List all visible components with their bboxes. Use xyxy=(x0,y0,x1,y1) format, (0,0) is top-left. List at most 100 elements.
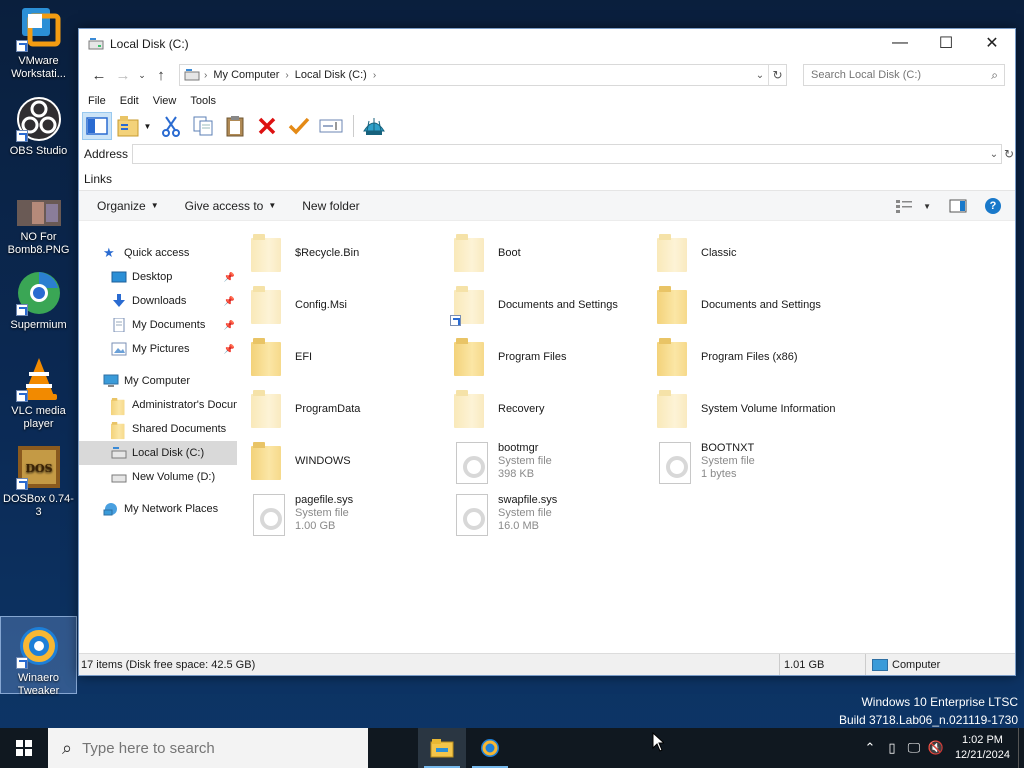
view-menu-button[interactable]: ▼ xyxy=(114,112,154,140)
refresh-icon[interactable]: ↻ xyxy=(768,65,786,85)
breadcrumb-local-disk[interactable]: Local Disk (C:) xyxy=(295,69,367,81)
sidebar-item-shared-documents[interactable]: Shared Documents xyxy=(79,417,237,441)
list-item[interactable]: $Recycle.Bin xyxy=(237,229,437,277)
item-type: System file xyxy=(295,506,349,519)
menu-tools[interactable]: Tools xyxy=(190,95,216,107)
list-item[interactable]: EFI xyxy=(237,333,437,381)
refresh-icon[interactable]: ↻ xyxy=(1004,147,1014,161)
menu-edit[interactable]: Edit xyxy=(120,95,139,107)
up-button[interactable]: ↑ xyxy=(149,63,173,87)
sidebar-item-new-volume[interactable]: New Volume (D:) xyxy=(79,465,237,489)
properties-button[interactable] xyxy=(284,112,314,140)
back-arrow-icon: ← xyxy=(91,66,107,84)
list-item[interactable]: pagefile.sys System file 1.00 GB xyxy=(237,489,437,537)
list-item[interactable]: ProgramData xyxy=(237,385,437,433)
new-folder-button[interactable]: New folder xyxy=(292,193,369,219)
list-item[interactable]: Documents and Settings xyxy=(643,281,843,329)
sidebar-item-my-documents[interactable]: My Documents 📌 xyxy=(79,313,237,337)
menu-view[interactable]: View xyxy=(153,95,177,107)
list-item[interactable]: System Volume Information xyxy=(643,385,843,433)
forward-button[interactable]: → xyxy=(111,63,135,87)
sidebar-item-downloads[interactable]: Downloads 📌 xyxy=(79,289,237,313)
chevron-down-icon[interactable]: ⌄ xyxy=(987,149,1001,160)
list-item[interactable]: Program Files xyxy=(440,333,640,381)
give-access-button[interactable]: Give access to ▼ xyxy=(175,193,287,219)
desktop-icon-obs[interactable]: OBS Studio xyxy=(0,96,77,158)
caret-down-icon[interactable]: ▼ xyxy=(923,202,931,211)
menu-bar: File Edit View Tools xyxy=(79,91,1015,111)
title-bar[interactable]: Local Disk (C:) — ☐ ✕ xyxy=(79,29,1015,59)
paste-button[interactable] xyxy=(220,112,250,140)
help-icon: ? xyxy=(985,198,1001,214)
search-input[interactable] xyxy=(811,69,981,81)
sidebar-item-desktop[interactable]: Desktop 📌 xyxy=(79,265,237,289)
taskbar-search[interactable]: ⌕ xyxy=(48,728,368,768)
cut-button[interactable] xyxy=(156,112,186,140)
desktop-icon-winaero[interactable]: Winaero Tweaker xyxy=(0,616,77,697)
search-icon[interactable]: ⌕ xyxy=(991,68,998,83)
folders-pane-button[interactable] xyxy=(82,112,112,140)
sidebar-item-quick-access[interactable]: ★ Quick access xyxy=(79,241,237,265)
change-view-button[interactable]: ▼ xyxy=(895,195,931,217)
usb-device-icon[interactable]: ▯ xyxy=(881,740,903,756)
breadcrumb-my-computer[interactable]: My Computer xyxy=(213,69,279,81)
volume-muted-icon[interactable]: 🔇 xyxy=(925,740,947,756)
copy-button[interactable] xyxy=(188,112,218,140)
sidebar-item-my-pictures[interactable]: My Pictures 📌 xyxy=(79,337,237,361)
vlc-icon xyxy=(15,356,62,402)
status-bar: 17 items (Disk free space: 42.5 GB) 1.01… xyxy=(79,653,1015,675)
list-item[interactable]: swapfile.sys System file 16.0 MB xyxy=(440,489,640,537)
list-item[interactable]: Program Files (x86) xyxy=(643,333,843,381)
minimize-button[interactable]: — xyxy=(877,29,923,57)
pin-icon[interactable]: 📌 xyxy=(224,344,235,355)
desktop-icon-supermium[interactable]: Supermium xyxy=(0,270,77,332)
sidebar-item-label: My Documents xyxy=(132,319,206,331)
menu-file[interactable]: File xyxy=(88,95,106,107)
desktop-icon-vmware[interactable]: VMware Workstati... xyxy=(0,6,77,81)
address-field[interactable]: ⌄ xyxy=(132,144,1002,164)
sidebar-item-my-computer[interactable]: My Computer xyxy=(79,369,237,393)
list-item[interactable]: WINDOWS xyxy=(237,437,437,485)
taskbar-search-input[interactable] xyxy=(82,739,343,757)
desktop-icon-dosbox[interactable]: DOS DOSBox 0.74-3 xyxy=(0,444,77,519)
show-hidden-icons-chevron[interactable]: ⌃ xyxy=(859,740,881,756)
breadcrumb-separator[interactable]: › xyxy=(204,70,207,81)
sidebar-item-admin-documents[interactable]: Administrator's Docum xyxy=(79,393,237,417)
rename-button[interactable] xyxy=(316,112,346,140)
list-item[interactable]: Documents and Settings xyxy=(440,281,640,329)
list-item[interactable]: BOOTNXT System file 1 bytes xyxy=(643,437,843,485)
taskbar-file-explorer[interactable] xyxy=(418,728,466,768)
network-icon[interactable]: 🖵 xyxy=(903,740,925,756)
shell-button[interactable] xyxy=(359,112,389,140)
pin-icon[interactable]: 📌 xyxy=(224,296,235,307)
close-button[interactable]: ✕ xyxy=(969,29,1015,57)
help-button[interactable]: ? xyxy=(985,195,1001,217)
back-button[interactable]: ← xyxy=(87,63,111,87)
breadcrumb-separator[interactable]: › xyxy=(285,70,288,81)
pin-icon[interactable]: 📌 xyxy=(224,272,235,283)
address-dropdown-icon[interactable]: ⌄ xyxy=(752,70,768,81)
breadcrumb[interactable]: › My Computer › Local Disk (C:) › ⌄ ↻ xyxy=(179,64,787,86)
taskbar-winaero[interactable] xyxy=(466,728,514,768)
list-item[interactable]: bootmgr System file 398 KB xyxy=(440,437,640,485)
desktop-icon-vlc[interactable]: VLC media player xyxy=(0,356,77,431)
desktop-icon-png[interactable]: NO For Bomb8.PNG xyxy=(0,198,77,257)
clock[interactable]: 1:02 PM 12/21/2024 xyxy=(955,733,1010,763)
list-item[interactable]: Recovery xyxy=(440,385,640,433)
organize-button[interactable]: Organize ▼ xyxy=(87,193,169,219)
delete-button[interactable] xyxy=(252,112,282,140)
links-label[interactable]: Links xyxy=(84,172,112,186)
preview-pane-button[interactable] xyxy=(949,195,967,217)
list-item[interactable]: Classic xyxy=(643,229,843,277)
recent-locations-button[interactable]: ⌄ xyxy=(135,63,149,87)
sidebar-item-network[interactable]: My Network Places xyxy=(79,497,237,521)
breadcrumb-separator[interactable]: › xyxy=(373,70,376,81)
show-desktop-button[interactable] xyxy=(1018,728,1024,768)
maximize-button[interactable]: ☐ xyxy=(923,29,969,57)
pin-icon[interactable]: 📌 xyxy=(224,320,235,331)
list-item[interactable]: Config.Msi xyxy=(237,281,437,329)
start-button[interactable] xyxy=(0,728,48,768)
list-item[interactable]: Boot xyxy=(440,229,640,277)
search-box[interactable]: ⌕ xyxy=(803,64,1005,86)
sidebar-item-local-disk[interactable]: Local Disk (C:) xyxy=(79,441,237,465)
